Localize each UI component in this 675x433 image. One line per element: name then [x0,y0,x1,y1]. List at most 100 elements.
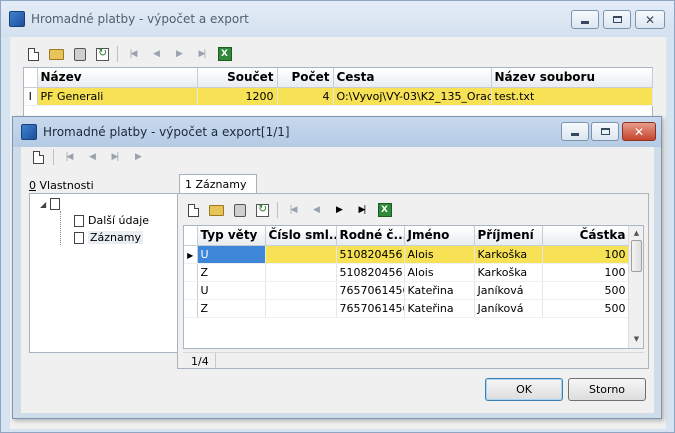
cell-type[interactable]: U [197,245,266,264]
cell-last-name[interactable]: Janíková [474,281,543,300]
save-button[interactable] [68,44,91,64]
column-header-first-name[interactable]: Jméno [404,226,475,246]
cell-birth-number[interactable]: 510820456 [336,245,405,264]
cell-type[interactable]: Z [197,263,266,282]
column-header-count[interactable]: Počet [277,68,334,88]
detail-new-button[interactable] [27,147,50,167]
detail-close-button[interactable]: ✕ [622,122,656,141]
records-open-button[interactable] [205,200,228,220]
column-header-path[interactable]: Cesta [333,68,492,88]
table-row[interactable]: I PF Generali 1200 4 O:\Vyvoj\VY-03\K2_1… [24,87,653,106]
cell-sum[interactable]: 1200 [197,87,278,106]
cancel-button[interactable]: Storno [568,378,646,401]
tree-item-label: Záznamy [88,231,143,244]
scroll-down-icon[interactable]: ▼ [629,332,644,346]
first-record-button[interactable]: |◀ [121,44,144,64]
records-scrollbar[interactable]: ▲ ▼ [628,226,643,348]
cell-first-name[interactable]: Alois [404,263,475,282]
table-row[interactable]: Z 7657061456 Kateřina Janíková 500 [184,299,630,318]
tree-root[interactable]: ◢ [40,198,61,210]
scroll-up-icon[interactable]: ▲ [629,226,644,240]
status-divider [215,353,216,368]
cell-amount[interactable]: 100 [542,245,630,264]
cell-last-name[interactable]: Karkoška [474,263,543,282]
table-row[interactable]: U 7657061456 Kateřina Janíková 500 [184,281,630,300]
close-button[interactable]: ✕ [635,10,665,29]
export-button[interactable]: X [213,44,236,64]
open-button[interactable] [45,44,68,64]
cell-file[interactable]: test.txt [491,87,653,106]
column-header-sum[interactable]: Součet [197,68,278,88]
column-header-file[interactable]: Název souboru [491,68,653,88]
detail-last-button[interactable]: ▶ [126,147,149,167]
detail-maximize-button[interactable] [591,122,619,141]
next-icon: ▶ [176,49,183,59]
detail-prev-button[interactable]: ◀ [80,147,103,167]
cell-birth-number[interactable]: 510820456 [336,263,405,282]
records-save-button[interactable] [228,200,251,220]
cell-first-name[interactable]: Kateřina [404,281,475,300]
prev-record-button[interactable]: ◀ [144,44,167,64]
table-row[interactable]: ▶ U 510820456 Alois Karkoška 100 [184,245,630,264]
cell-contract[interactable] [265,263,337,282]
records-new-button[interactable] [182,200,205,220]
cell-birth-number[interactable]: 7657061456 [336,299,405,318]
records-next-button[interactable]: ▶ [327,200,350,220]
cell-last-name[interactable]: Janíková [474,299,543,318]
tree-item-label: Další údaje [88,214,150,227]
cell-birth-number[interactable]: 7657061456 [336,281,405,300]
prev-icon: ◀ [89,152,96,162]
cell-name[interactable]: PF Generali [37,87,198,106]
scrollbar-thumb[interactable] [631,240,642,272]
cell-last-name[interactable]: Karkoška [474,245,543,264]
cell-path[interactable]: O:\Vyvoj\VY-03\K2_135_Oracle\ [333,87,492,106]
last-record-button[interactable]: ▶| [190,44,213,64]
detail-next-button[interactable]: ▶| [103,147,126,167]
cell-first-name[interactable]: Kateřina [404,299,475,318]
records-refresh-button[interactable] [251,200,274,220]
tab-zaznamy[interactable]: 1 Záznamy [179,174,257,194]
cell-type[interactable]: U [197,281,266,300]
ok-button[interactable]: OK [485,378,563,401]
table-row[interactable]: Z 510820456 Alois Karkoška 100 [184,263,630,282]
document-icon [74,231,84,244]
column-header-last-name[interactable]: Příjmení [474,226,543,246]
column-header-birth-number[interactable]: Rodné č... [336,226,405,246]
cell-contract[interactable] [265,299,337,318]
properties-header[interactable]: 0 Vlastnosti [29,179,94,192]
column-header-contract[interactable]: Číslo sml... [265,226,337,246]
cell-count[interactable]: 4 [277,87,334,106]
cell-amount[interactable]: 500 [542,281,630,300]
minimize-icon [571,133,579,136]
column-header-amount[interactable]: Částka [542,226,630,246]
records-first-button[interactable]: |◀ [281,200,304,220]
refresh-button[interactable] [91,44,114,64]
cell-amount[interactable]: 500 [542,299,630,318]
cell-first-name[interactable]: Alois [404,245,475,264]
main-toolbar: |◀ ◀ ▶ ▶| X [22,44,236,64]
tree-item-dalsi-udaje[interactable]: Další údaje [74,214,149,227]
cell-amount[interactable]: 100 [542,263,630,282]
grid-header-row: Typ věty Číslo sml... Rodné č... Jméno P… [184,226,630,246]
save-icon [73,47,86,61]
records-last-button[interactable]: ▶| [350,200,373,220]
column-header-name[interactable]: Název [37,68,198,88]
cell-type[interactable]: Z [197,299,266,318]
records-export-button[interactable]: X [373,200,396,220]
tree-item-zaznamy[interactable]: Záznamy [74,231,143,244]
detail-content: |◀ ◀ ▶| ▶ 0 Vlastnosti ◢ Další údaje Záz… [21,147,654,413]
minimize-button[interactable] [571,10,599,29]
detail-minimize-button[interactable] [561,122,589,141]
detail-title-bar[interactable]: Hromadné platby - výpočet a export[1/1] … [13,117,661,147]
records-prev-button[interactable]: ◀ [304,200,327,220]
main-title-bar[interactable]: Hromadné platby - výpočet a export ✕ [1,1,674,37]
records-panel: |◀ ◀ ▶ ▶| X Typ věty Číslo sml... Rodné … [177,193,649,369]
cell-contract[interactable] [265,245,337,264]
detail-first-button[interactable]: |◀ [57,147,80,167]
save-icon [233,203,246,217]
maximize-button[interactable] [603,10,631,29]
next-record-button[interactable]: ▶ [167,44,190,64]
new-button[interactable] [22,44,45,64]
column-header-type[interactable]: Typ věty [197,226,266,246]
cell-contract[interactable] [265,281,337,300]
